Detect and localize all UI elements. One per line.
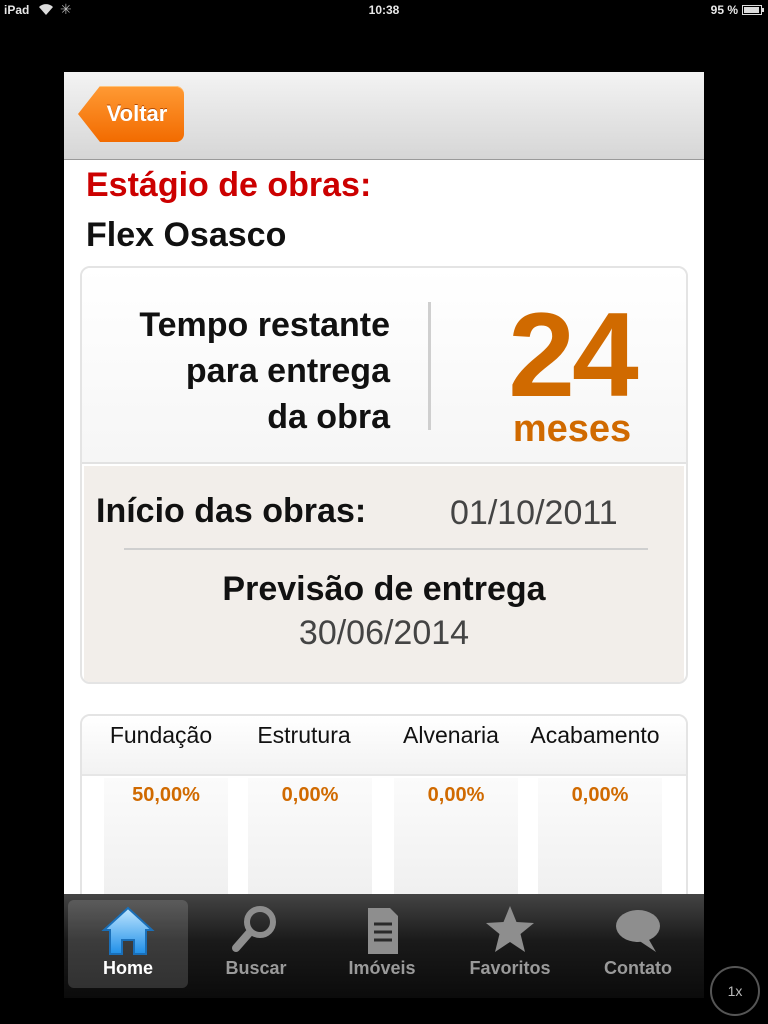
- home-icon: [101, 906, 155, 955]
- star-icon: [486, 906, 534, 952]
- stage-percent-fundacao: 50,00%: [132, 784, 200, 806]
- battery-percent: 95 %: [710, 3, 738, 17]
- remaining-time-label-line: para entrega: [185, 352, 390, 390]
- remaining-time-label: Tempo restante para entrega da obra: [82, 302, 390, 440]
- tab-buscar[interactable]: Buscar: [196, 900, 316, 988]
- vertical-divider: [428, 302, 431, 430]
- stage-percent-estrutura: 0,00%: [281, 784, 339, 806]
- remaining-time-block: Tempo restante para entrega da obra 24 m…: [82, 268, 686, 464]
- stage-name-alvenaria: Alvenaria: [403, 722, 499, 748]
- start-date-label: Início das obras:: [96, 492, 367, 530]
- stage-percent-acabamento: 0,00%: [571, 784, 629, 806]
- tab-home[interactable]: Home: [68, 900, 188, 988]
- remaining-months-value: 24: [508, 288, 638, 422]
- remaining-time-label-line: da obra: [267, 398, 390, 436]
- page-title: Estágio de obras:: [86, 166, 372, 204]
- horizontal-divider: [124, 548, 648, 550]
- tab-bar: Home Buscar Imóveis Favoritos Contato: [64, 894, 704, 998]
- status-bar: iPad ✳ 10:38 95 %: [0, 0, 768, 20]
- zoom-toggle-button[interactable]: 1x: [710, 966, 760, 1016]
- stages-header: Fundação Estrutura Alvenaria Acabamento: [82, 716, 686, 776]
- battery-icon: [742, 5, 764, 15]
- remaining-time-label-line: Tempo restante: [139, 306, 390, 344]
- delivery-forecast-value: 30/06/2014: [298, 614, 470, 652]
- tab-label: Buscar: [225, 958, 287, 978]
- app-screen: Voltar Estágio de obras: Flex Osasco Tem…: [64, 72, 704, 944]
- delivery-forecast-label: Previsão de entrega: [222, 570, 546, 608]
- navigation-bar: Voltar: [64, 72, 704, 160]
- document-icon: [368, 908, 398, 954]
- search-icon: [232, 906, 276, 952]
- schedule-panel: Tempo restante para entrega da obra 24 m…: [80, 266, 688, 684]
- project-name: Flex Osasco: [86, 216, 287, 254]
- tab-label: Favoritos: [469, 958, 551, 978]
- stage-percent-alvenaria: 0,00%: [427, 784, 485, 806]
- tab-imoveis[interactable]: Imóveis: [322, 900, 442, 988]
- tab-favoritos[interactable]: Favoritos: [450, 900, 570, 988]
- start-date-value: 01/10/2011: [450, 494, 618, 532]
- stage-name-acabamento: Acabamento: [530, 722, 660, 748]
- remaining-months-unit: meses: [512, 408, 632, 450]
- speech-bubble-icon: [616, 910, 660, 952]
- dates-block: Início das obras: 01/10/2011 Previsão de…: [84, 466, 684, 682]
- back-button[interactable]: Voltar: [78, 86, 184, 142]
- tab-label: Imóveis: [348, 958, 416, 978]
- tab-label: Home: [102, 958, 153, 978]
- stage-name-estrutura: Estrutura: [257, 722, 351, 748]
- status-time: 10:38: [368, 3, 400, 17]
- tab-label: Contato: [604, 958, 672, 978]
- tab-contato[interactable]: Contato: [578, 900, 698, 988]
- stage-name-fundacao: Fundação: [109, 722, 213, 748]
